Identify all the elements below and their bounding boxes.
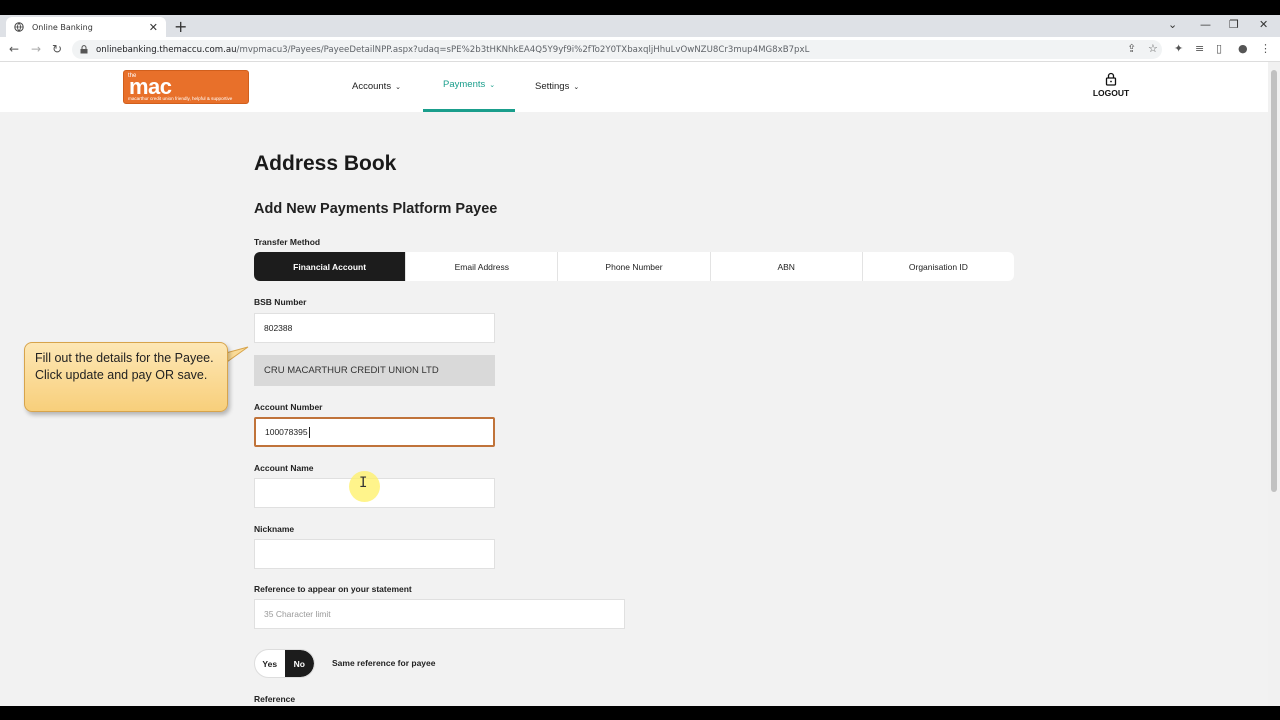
nav-settings[interactable]: Settings ⌄ [535,81,579,92]
bsb-label: BSB Number [254,297,307,307]
reload-icon[interactable]: ↻ [52,42,62,56]
nav-payments-label: Payments [443,79,486,90]
restore-icon[interactable]: ❐ [1229,18,1239,31]
logout-label: LOGOUT [1092,88,1130,98]
url-field[interactable]: onlinebanking.themaccu.com.au/mvpmacu3/P… [72,40,1162,59]
page-title: Address Book [254,152,397,175]
tab-search-icon[interactable]: ⌄ [1168,18,1177,31]
back-icon[interactable]: ← [9,42,19,56]
chevron-down-icon: ⌄ [573,83,580,91]
account-number-value: 100078395 [265,427,308,437]
nav-payments[interactable]: Payments ⌄ [443,79,495,90]
callout-line-2: Click update and pay OR save. [35,367,208,382]
callout-line-1: Fill out the details for the Payee. [35,351,214,365]
account-number-field[interactable]: 100078395 [254,417,495,447]
option-organisation-id[interactable]: Organisation ID [863,252,1014,281]
transfer-method-selector: Financial Account Email Address Phone Nu… [254,252,1014,281]
reference-statement-placeholder: 35 Character limit [264,609,331,619]
page-subtitle: Add New Payments Platform Payee [254,201,498,217]
nickname-label: Nickname [254,524,295,534]
scrollbar-thumb[interactable] [1271,70,1277,492]
bookmark-star-icon[interactable]: ☆ [1148,42,1158,55]
globe-icon [14,22,24,32]
logo-tagline: macarthur credit union friendly, helpful… [128,96,233,101]
lock-icon [80,45,88,54]
url-path: /mvpmacu3/Payees/PayeeDetailNPP.aspx?uda… [236,44,810,55]
transfer-method-label: Transfer Method [254,237,321,247]
browser-tab[interactable]: Online Banking ✕ [6,17,166,37]
chevron-down-icon: ⌄ [395,83,401,91]
nav-accounts-label: Accounts [352,81,392,92]
same-reference-label: Same reference for payee [332,658,436,668]
same-reference-toggle[interactable]: Yes No [254,649,315,678]
chevron-down-icon: ⌄ [489,81,496,89]
reference-statement-field[interactable]: 35 Character limit [254,599,625,629]
tutorial-callout: Fill out the details for the Payee. Clic… [24,342,228,412]
menu-icon[interactable]: ⋮ [1260,42,1271,55]
bottom-black-bar [0,706,1280,720]
close-window-icon[interactable]: ✕ [1259,18,1268,31]
toggle-no[interactable]: No [284,650,314,677]
nav-accounts[interactable]: Accounts ⌄ [352,81,401,92]
nickname-field[interactable] [254,539,495,569]
tab-close-icon[interactable]: ✕ [149,21,158,34]
reading-list-icon[interactable]: ≡ [1195,42,1204,55]
extensions-icon[interactable]: ✦ [1174,42,1183,55]
nav-settings-label: Settings [535,81,570,92]
padlock-icon [1105,72,1117,86]
site-header: the mac macarthur credit union friendly,… [0,62,1268,112]
bsb-value: 802388 [264,323,293,333]
bank-name-display: CRU MACARTHUR CREDIT UNION LTD [254,355,495,386]
reference-statement-label: Reference to appear on your statement [254,584,412,594]
active-nav-underline [423,109,515,112]
logout-button[interactable]: LOGOUT [1090,72,1132,98]
option-email-address[interactable]: Email Address [406,252,559,281]
reference-label: Reference [254,694,296,704]
text-cursor-icon: I [359,475,368,491]
tab-strip: Online Banking ✕ + ⌄ — ❐ ✕ [0,15,1280,37]
url-domain: onlinebanking.themaccu.com.au [96,44,237,55]
tab-title: Online Banking [32,22,93,32]
option-financial-account[interactable]: Financial Account [254,252,407,281]
account-name-label: Account Name [254,463,314,473]
page-content: the mac macarthur credit union friendly,… [0,62,1268,706]
toggle-yes[interactable]: Yes [255,650,285,677]
account-number-label: Account Number [254,402,323,412]
share-icon[interactable]: ⇪ [1127,42,1136,55]
mac-logo[interactable]: the mac macarthur credit union friendly,… [123,70,249,104]
new-tab-button[interactable]: + [174,17,187,36]
page-scrollbar[interactable] [1268,62,1280,706]
option-phone-number[interactable]: Phone Number [558,252,711,281]
text-caret [308,426,310,438]
url-text: onlinebanking.themaccu.com.au/mvpmacu3/P… [96,45,809,55]
profile-icon[interactable]: ● [1238,42,1248,55]
address-bar: ← → ↻ onlinebanking.themaccu.com.au/mvpm… [0,37,1280,62]
bank-name-text: CRU MACARTHUR CREDIT UNION LTD [264,365,439,376]
top-black-bar [0,0,1280,15]
minimize-icon[interactable]: — [1200,18,1211,31]
side-panel-icon[interactable]: ▯ [1216,42,1222,55]
option-abn[interactable]: ABN [711,252,863,281]
forward-icon[interactable]: → [31,42,41,56]
bsb-field[interactable]: 802388 [254,313,495,343]
